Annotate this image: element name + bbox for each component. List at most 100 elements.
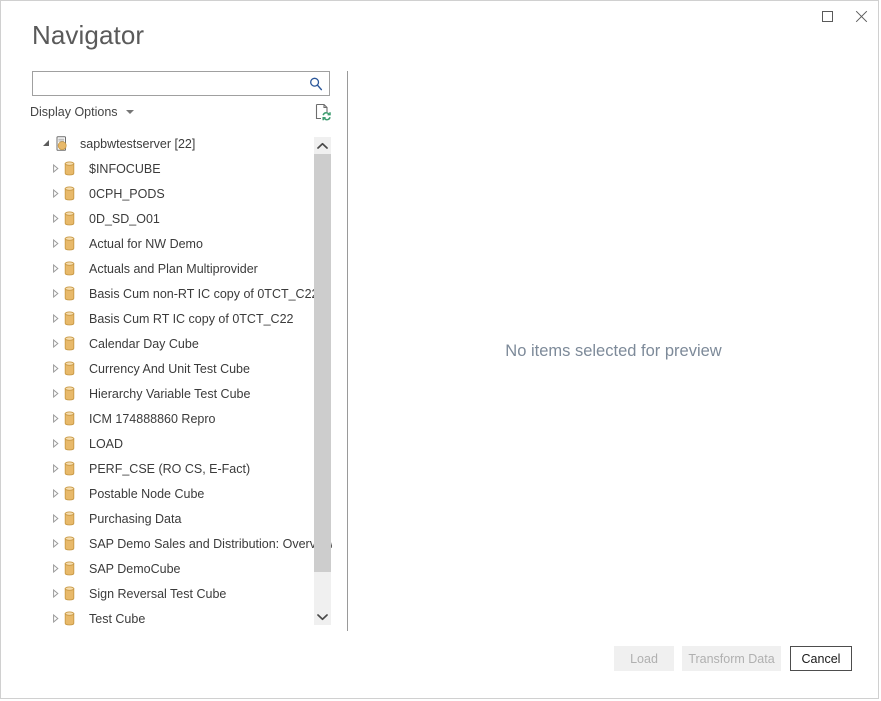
triangle-collapsed-icon xyxy=(51,389,60,398)
navigator-dialog: Navigator Display Options xyxy=(0,0,879,699)
cube-icon xyxy=(63,461,85,476)
tree-item-label: Currency And Unit Test Cube xyxy=(89,362,250,376)
triangle-collapsed-icon xyxy=(51,364,60,373)
triangle-collapsed-icon xyxy=(51,189,60,198)
tree-scrollbar[interactable] xyxy=(314,137,331,625)
tree-item[interactable]: Purchasing Data xyxy=(30,506,332,531)
expand-collapse-toggle[interactable] xyxy=(47,289,63,298)
tree-item[interactable]: 0D_SD_O01 xyxy=(30,206,332,231)
expand-collapse-toggle[interactable] xyxy=(47,314,63,323)
tree-item-label: $INFOCUBE xyxy=(89,162,161,176)
search-box[interactable] xyxy=(32,71,330,96)
close-button[interactable] xyxy=(844,2,878,30)
tree-item-label: Test Cube xyxy=(89,612,145,626)
tree-item-label: Sign Reversal Test Cube xyxy=(89,587,226,601)
triangle-collapsed-icon xyxy=(51,289,60,298)
tree-item[interactable]: Test Cube xyxy=(30,606,332,631)
triangle-collapsed-icon xyxy=(51,314,60,323)
expand-collapse-toggle[interactable] xyxy=(47,414,63,423)
transform-data-button[interactable]: Transform Data xyxy=(682,646,781,671)
tree-item[interactable]: $INFOCUBE xyxy=(30,156,332,181)
cube-icon xyxy=(63,561,85,576)
tree-item[interactable]: Calendar Day Cube xyxy=(30,331,332,356)
cube-icon xyxy=(63,611,85,626)
load-button[interactable]: Load xyxy=(614,646,674,671)
tree-item-label: Actuals and Plan Multiprovider xyxy=(89,262,258,276)
cube-icon xyxy=(63,286,85,301)
tree-item[interactable]: Actual for NW Demo xyxy=(30,231,332,256)
expand-collapse-toggle[interactable] xyxy=(47,464,63,473)
display-options-dropdown[interactable]: Display Options xyxy=(30,105,134,119)
tree-item[interactable]: SAP Demo Sales and Distribution: Overvie… xyxy=(30,531,332,556)
tree-item-label: Purchasing Data xyxy=(89,512,181,526)
expand-collapse-toggle[interactable] xyxy=(47,339,63,348)
refresh-document-icon[interactable] xyxy=(313,102,333,122)
cube-icon xyxy=(63,236,85,251)
tree-item[interactable]: ICM 174888860 Repro xyxy=(30,406,332,431)
tree-item-label: 0CPH_PODS xyxy=(89,187,165,201)
cube-icon xyxy=(63,261,85,276)
tree-item[interactable]: Basis Cum non-RT IC copy of 0TCT_C22 xyxy=(30,281,332,306)
tree-item[interactable]: Actuals and Plan Multiprovider xyxy=(30,256,332,281)
page-title: Navigator xyxy=(32,20,144,51)
tree-item-label: 0D_SD_O01 xyxy=(89,212,160,226)
tree-item[interactable]: SAP DemoCube xyxy=(30,556,332,581)
expand-collapse-toggle[interactable] xyxy=(47,589,63,598)
expand-collapse-toggle[interactable] xyxy=(47,214,63,223)
triangle-collapsed-icon xyxy=(51,564,60,573)
maximize-button[interactable] xyxy=(810,2,844,30)
triangle-collapsed-icon xyxy=(51,489,60,498)
expand-collapse-toggle[interactable] xyxy=(47,564,63,573)
tree-item[interactable]: Sign Reversal Test Cube xyxy=(30,581,332,606)
window-controls xyxy=(810,1,878,31)
expand-collapse-toggle[interactable] xyxy=(47,389,63,398)
tree-item-label: LOAD xyxy=(89,437,123,451)
tree-item[interactable]: PERF_CSE (RO CS, E-Fact) xyxy=(30,456,332,481)
search-input[interactable] xyxy=(38,72,303,95)
scrollbar-thumb[interactable] xyxy=(314,154,331,572)
tree-item[interactable]: Postable Node Cube xyxy=(30,481,332,506)
tree-root-node[interactable]: sapbwtestserver [22] xyxy=(30,131,332,156)
expand-collapse-toggle[interactable] xyxy=(47,189,63,198)
cube-icon xyxy=(63,161,85,176)
tree-item[interactable]: Currency And Unit Test Cube xyxy=(30,356,332,381)
expand-collapse-toggle[interactable] xyxy=(47,489,63,498)
triangle-collapsed-icon xyxy=(51,539,60,548)
expand-collapse-toggle[interactable] xyxy=(47,264,63,273)
tree-item[interactable]: Hierarchy Variable Test Cube xyxy=(30,381,332,406)
expand-collapse-toggle[interactable] xyxy=(47,614,63,623)
cube-icon xyxy=(63,511,85,526)
expand-collapse-toggle[interactable] xyxy=(38,139,54,148)
scroll-down-button[interactable] xyxy=(314,608,331,625)
triangle-collapsed-icon xyxy=(51,514,60,523)
close-icon xyxy=(855,10,868,23)
tree-item-label: Calendar Day Cube xyxy=(89,337,199,351)
tree-item-label: Basis Cum non-RT IC copy of 0TCT_C22 xyxy=(89,287,319,301)
expand-collapse-toggle[interactable] xyxy=(47,539,63,548)
expand-collapse-toggle[interactable] xyxy=(47,164,63,173)
chevron-down-icon xyxy=(317,613,328,621)
triangle-collapsed-icon xyxy=(51,439,60,448)
tree-item-label: PERF_CSE (RO CS, E-Fact) xyxy=(89,462,250,476)
cube-icon xyxy=(63,311,85,326)
expand-collapse-toggle[interactable] xyxy=(47,364,63,373)
expand-collapse-toggle[interactable] xyxy=(47,239,63,248)
cube-icon xyxy=(63,336,85,351)
tree-item[interactable]: LOAD xyxy=(30,431,332,456)
dialog-footer: Load Transform Data Cancel xyxy=(1,630,880,698)
cube-icon xyxy=(63,386,85,401)
scroll-up-button[interactable] xyxy=(314,137,331,154)
triangle-collapsed-icon xyxy=(51,239,60,248)
triangle-collapsed-icon xyxy=(51,589,60,598)
tree-item-label: Actual for NW Demo xyxy=(89,237,203,251)
display-options-label: Display Options xyxy=(30,105,118,119)
tree-item[interactable]: Basis Cum RT IC copy of 0TCT_C22 xyxy=(30,306,332,331)
cancel-button[interactable]: Cancel xyxy=(790,646,852,671)
object-tree[interactable]: sapbwtestserver [22] $INFOCUBE 0CPH_PODS 0… xyxy=(30,131,332,631)
expand-collapse-toggle[interactable] xyxy=(47,514,63,523)
tree-item[interactable]: 0CPH_PODS xyxy=(30,181,332,206)
tree-item-label: SAP Demo Sales and Distribution: Overvie… xyxy=(89,537,332,551)
triangle-collapsed-icon xyxy=(51,264,60,273)
expand-collapse-toggle[interactable] xyxy=(47,439,63,448)
cube-icon xyxy=(63,536,85,551)
